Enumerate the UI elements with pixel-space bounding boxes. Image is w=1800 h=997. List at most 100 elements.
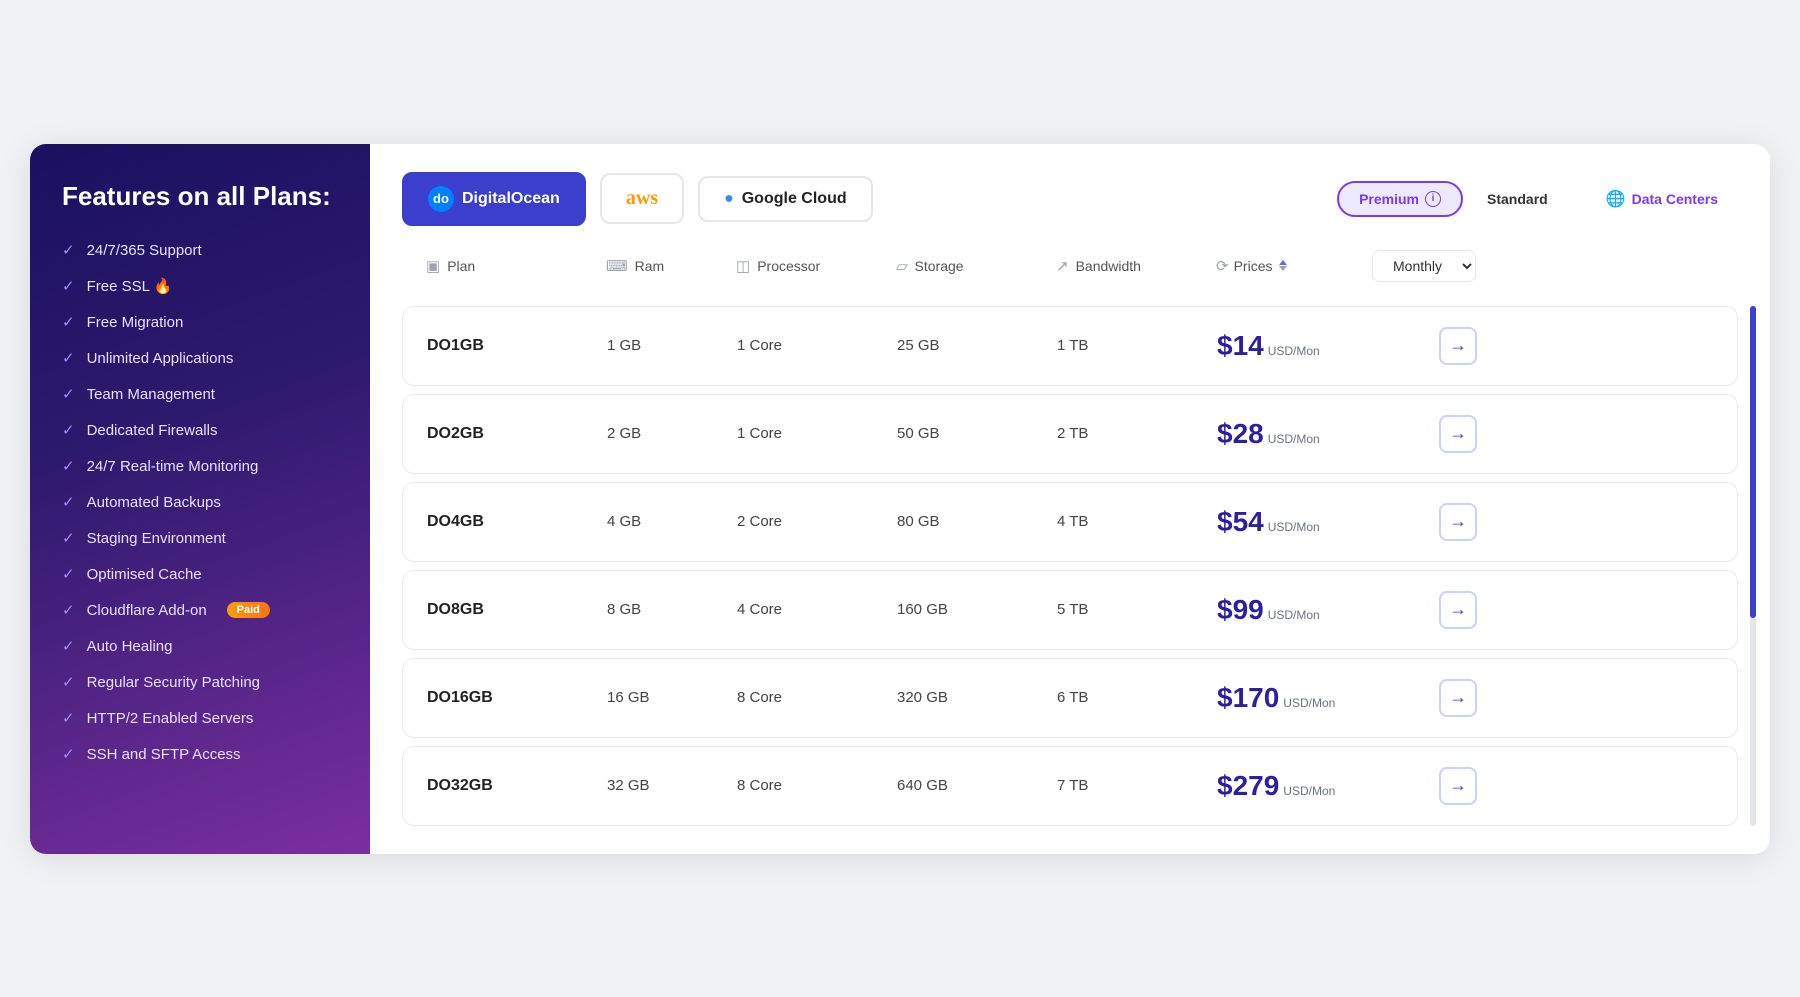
plan-row-do16gb[interactable]: DO16GB 16 GB 8 Core 320 GB 6 TB $170 USD…: [402, 658, 1738, 738]
provider-btn-aws[interactable]: aws: [600, 173, 684, 224]
feature-label-monitoring: 24/7 Real-time Monitoring: [87, 458, 259, 475]
feature-label-support: 24/7/365 Support: [87, 242, 202, 259]
globe-icon: 🌐: [1606, 189, 1626, 209]
th-plan-label: Plan: [447, 258, 475, 274]
standard-label: Standard: [1487, 191, 1548, 207]
plan-price-do1gb: $14 USD/Mon: [1217, 330, 1417, 362]
check-icon-sftp: ✓: [62, 745, 75, 763]
sidebar: Features on all Plans: ✓ 24/7/365 Suppor…: [30, 144, 370, 854]
feature-label-sftp: SSH and SFTP Access: [87, 746, 241, 763]
select-plan-btn-do32gb[interactable]: →: [1439, 767, 1477, 805]
main-container: Features on all Plans: ✓ 24/7/365 Suppor…: [30, 144, 1770, 854]
th-storage: ▱ Storage: [896, 257, 1056, 275]
plan-processor-do4gb: 2 Core: [737, 513, 897, 530]
plan-processor-do8gb: 4 Core: [737, 601, 897, 618]
plan-bandwidth-do16gb: 6 TB: [1057, 689, 1217, 706]
plan-row-do2gb[interactable]: DO2GB 2 GB 1 Core 50 GB 2 TB $28 USD/Mon…: [402, 394, 1738, 474]
price-main-do4gb: $54: [1217, 506, 1264, 538]
select-plan-btn-do16gb[interactable]: →: [1439, 679, 1477, 717]
feature-label-staging: Staging Environment: [87, 530, 226, 547]
feature-label-ssl: Free SSL 🔥: [87, 277, 173, 295]
sort-up-icon: [1279, 260, 1287, 265]
feature-item-cloudflare: ✓ Cloudflare Add-on Paid: [62, 601, 338, 619]
price-main-do16gb: $170: [1217, 682, 1279, 714]
ram-icon: ⌨: [606, 257, 628, 275]
plan-price-do32gb: $279 USD/Mon: [1217, 770, 1417, 802]
select-plan-btn-do4gb[interactable]: →: [1439, 503, 1477, 541]
check-icon-apps: ✓: [62, 349, 75, 367]
premium-btn[interactable]: Premium i: [1337, 181, 1463, 217]
feature-label-apps: Unlimited Applications: [87, 350, 234, 367]
check-icon-staging: ✓: [62, 529, 75, 547]
plan-bandwidth-do32gb: 7 TB: [1057, 777, 1217, 794]
th-bandwidth-label: Bandwidth: [1076, 258, 1141, 274]
sort-down-icon: [1279, 266, 1287, 271]
feature-label-team: Team Management: [87, 386, 215, 403]
plan-name-do16gb: DO16GB: [427, 689, 607, 707]
feature-label-healing: Auto Healing: [87, 638, 173, 655]
select-plan-btn-do2gb[interactable]: →: [1439, 415, 1477, 453]
plan-storage-do16gb: 320 GB: [897, 689, 1057, 706]
plan-price-do4gb: $54 USD/Mon: [1217, 506, 1417, 538]
provider-label-digitalocean: DigitalOcean: [462, 190, 560, 208]
data-centers-label: Data Centers: [1632, 191, 1718, 207]
feature-label-backups: Automated Backups: [87, 494, 221, 511]
feature-label-migration: Free Migration: [87, 314, 184, 331]
provider-btn-googlecloud[interactable]: ● Google Cloud: [698, 176, 873, 222]
price-main-do1gb: $14: [1217, 330, 1264, 362]
th-processor-label: Processor: [757, 258, 820, 274]
price-unit-do4gb: USD/Mon: [1268, 520, 1320, 534]
premium-info-icon[interactable]: i: [1425, 191, 1441, 207]
check-icon-ssl: ✓: [62, 277, 75, 295]
storage-icon: ▱: [896, 257, 908, 275]
feature-item-firewalls: ✓ Dedicated Firewalls: [62, 421, 338, 439]
provider-btn-digitalocean[interactable]: do DigitalOcean: [402, 172, 586, 226]
check-icon-cloudflare: ✓: [62, 601, 75, 619]
th-plan: ▣ Plan: [426, 257, 606, 275]
feature-label-cloudflare: Cloudflare Add-on: [87, 602, 207, 619]
gc-icon: ●: [724, 190, 734, 208]
plan-row-do32gb[interactable]: DO32GB 32 GB 8 Core 640 GB 7 TB $279 USD…: [402, 746, 1738, 826]
plan-row-do8gb[interactable]: DO8GB 8 GB 4 Core 160 GB 5 TB $99 USD/Mo…: [402, 570, 1738, 650]
billing-period-select[interactable]: MonthlyYearly: [1372, 250, 1476, 282]
check-icon-cache: ✓: [62, 565, 75, 583]
processor-icon: ◫: [736, 257, 750, 275]
feature-label-security: Regular Security Patching: [87, 674, 260, 691]
feature-item-sftp: ✓ SSH and SFTP Access: [62, 745, 338, 763]
check-icon-support: ✓: [62, 241, 75, 259]
select-plan-btn-do1gb[interactable]: →: [1439, 327, 1477, 365]
plan-price-do2gb: $28 USD/Mon: [1217, 418, 1417, 450]
price-unit-do1gb: USD/Mon: [1268, 344, 1320, 358]
sort-icon: [1279, 260, 1287, 271]
premium-label: Premium: [1359, 191, 1419, 207]
plan-row-do1gb[interactable]: DO1GB 1 GB 1 Core 25 GB 1 TB $14 USD/Mon…: [402, 306, 1738, 386]
provider-tabs: do DigitalOcean aws ● Google Cloud: [402, 172, 873, 226]
paid-badge: Paid: [227, 602, 270, 618]
check-icon-migration: ✓: [62, 313, 75, 331]
do-logo: do: [428, 186, 454, 212]
plan-ram-do4gb: 4 GB: [607, 513, 737, 530]
plan-price-do16gb: $170 USD/Mon: [1217, 682, 1417, 714]
bandwidth-icon: ↗: [1056, 257, 1069, 275]
plan-row-do4gb[interactable]: DO4GB 4 GB 2 Core 80 GB 4 TB $54 USD/Mon…: [402, 482, 1738, 562]
plan-name-do8gb: DO8GB: [427, 601, 607, 619]
plan-bandwidth-do2gb: 2 TB: [1057, 425, 1217, 442]
data-centers-btn[interactable]: 🌐 Data Centers: [1586, 181, 1738, 217]
feature-item-migration: ✓ Free Migration: [62, 313, 338, 331]
plan-bandwidth-do4gb: 4 TB: [1057, 513, 1217, 530]
check-icon-security: ✓: [62, 673, 75, 691]
top-right-controls: Premium i Standard 🌐 Data Centers: [1337, 181, 1738, 217]
plan-storage-do8gb: 160 GB: [897, 601, 1057, 618]
plan-name-do1gb: DO1GB: [427, 337, 607, 355]
prices-icon: ⟳: [1216, 257, 1229, 275]
check-icon-monitoring: ✓: [62, 457, 75, 475]
select-plan-btn-do8gb[interactable]: →: [1439, 591, 1477, 629]
standard-btn[interactable]: Standard: [1467, 183, 1568, 215]
feature-item-backups: ✓ Automated Backups: [62, 493, 338, 511]
th-processor: ◫ Processor: [736, 257, 896, 275]
plan-icon: ▣: [426, 257, 440, 275]
top-bar: do DigitalOcean aws ● Google Cloud Premi…: [402, 172, 1738, 226]
plan-storage-do32gb: 640 GB: [897, 777, 1057, 794]
feature-item-support: ✓ 24/7/365 Support: [62, 241, 338, 259]
plan-rows: DO1GB 1 GB 1 Core 25 GB 1 TB $14 USD/Mon…: [402, 306, 1738, 826]
